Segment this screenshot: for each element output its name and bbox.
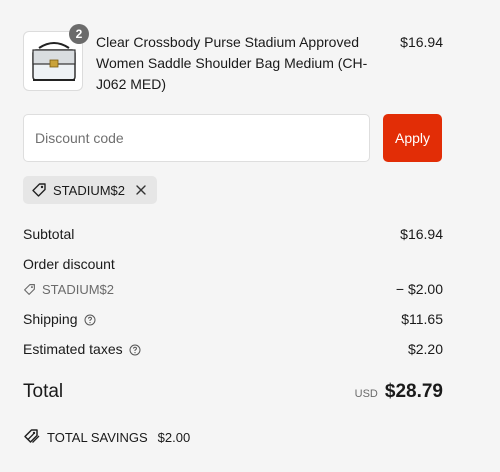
remove-discount-icon[interactable] <box>135 184 147 196</box>
shipping-value: $11.65 <box>401 311 443 327</box>
discount-code-detail: STADIUM$2 <box>23 282 114 297</box>
help-icon[interactable] <box>84 313 96 326</box>
subtotal-value: $16.94 <box>400 226 443 242</box>
total-amount: $28.79 <box>384 381 443 402</box>
tag-icon <box>23 283 36 296</box>
taxes-label: Estimated taxes <box>23 341 123 357</box>
taxes-label-group: Estimated taxes <box>23 341 141 357</box>
savings-label: TOTAL SAVINGS <box>47 430 148 445</box>
discount-value: − $2.00 <box>395 281 443 297</box>
tag-icon <box>31 182 47 198</box>
shipping-label: Shipping <box>23 311 78 327</box>
subtotal-row: Subtotal $16.94 <box>23 226 443 242</box>
total-label: Total <box>23 381 64 402</box>
quantity-badge: 2 <box>69 24 89 44</box>
discount-code-name: STADIUM$2 <box>42 281 114 297</box>
taxes-row: Estimated taxes $2.20 <box>23 341 443 357</box>
total-savings: TOTAL SAVINGS $2.00 <box>23 428 190 447</box>
total-amount-group: USD $28.79 <box>355 381 443 403</box>
order-discount-row: Order discount <box>23 256 443 272</box>
help-icon[interactable] <box>129 343 141 356</box>
discount-code-row: STADIUM$2 − $2.00 <box>23 281 443 297</box>
shipping-row: Shipping $11.65 <box>23 311 443 327</box>
order-discount-label: Order discount <box>23 256 115 272</box>
product-title: Clear Crossbody Purse Stadium Approved W… <box>96 34 368 92</box>
product-price: $16.94 <box>400 34 443 50</box>
bag-image <box>32 42 76 81</box>
taxes-value: $2.20 <box>407 341 443 357</box>
apply-button[interactable]: Apply <box>383 114 442 162</box>
total-row: Total USD $28.79 <box>23 381 443 403</box>
currency-code: USD <box>354 388 378 400</box>
discount-code-input[interactable] <box>23 114 370 162</box>
applied-code-label: STADIUM$2 <box>53 182 125 198</box>
savings-amount: $2.00 <box>157 430 191 445</box>
order-summary-panel: 2 Clear Crossbody Purse Stadium Approved… <box>0 0 500 472</box>
subtotal-label: Subtotal <box>23 226 75 242</box>
shipping-label-group: Shipping <box>23 311 96 327</box>
savings-tag-icon <box>23 428 41 447</box>
applied-discount-tag: STADIUM$2 <box>23 176 157 204</box>
